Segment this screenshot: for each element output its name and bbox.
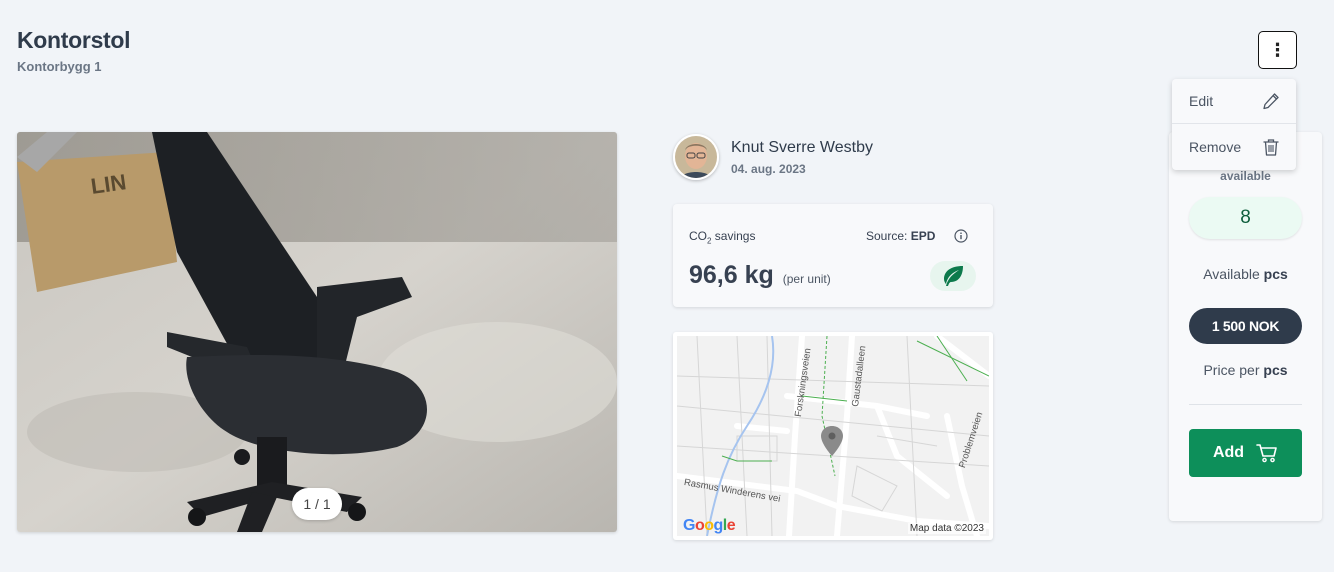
price-label: Price per pcs (1203, 362, 1288, 378)
trash-icon (1263, 138, 1279, 156)
divider (1189, 404, 1302, 405)
kebab-icon: ⋮ (1268, 40, 1287, 60)
edit-label: Edit (1189, 93, 1214, 109)
remove-label: Remove (1189, 139, 1242, 155)
map-credit: Map data ©2023 (907, 523, 986, 534)
seller-info: Knut Sverre Westby 04. aug. 2023 (673, 133, 873, 181)
quantity-field[interactable]: 8 (1189, 197, 1302, 239)
remove-menu-item[interactable]: Remove (1172, 124, 1296, 170)
purchase-panel: available 8 Available pcs 1 500 NOK Pric… (1169, 132, 1322, 521)
location-map[interactable]: Forskningsveien Gaustadalleen Problemvei… (673, 332, 993, 540)
leaf-icon (944, 266, 963, 286)
options-menu: Edit Remove (1172, 79, 1296, 170)
co2-label: CO2 savings (689, 229, 756, 246)
edit-menu-item[interactable]: Edit (1172, 79, 1296, 124)
seller-date: 04. aug. 2023 (731, 161, 806, 176)
seller-name: Knut Sverre Westby (731, 138, 873, 156)
page-title: Kontorstol (17, 27, 131, 53)
map-pin-icon (821, 426, 843, 456)
pencil-icon (1263, 93, 1279, 110)
image-counter: 1 / 1 (292, 488, 342, 520)
google-logo: Google (683, 517, 736, 534)
price-badge: 1 500 NOK (1189, 308, 1302, 344)
svg-text:LIN: LIN (89, 169, 128, 199)
info-icon[interactable] (954, 229, 968, 243)
available-label: Available pcs (1203, 266, 1288, 282)
add-to-cart-button[interactable]: Add (1189, 429, 1302, 477)
cart-icon (1256, 444, 1277, 463)
add-button-label: Add (1212, 444, 1245, 461)
more-options-button[interactable]: ⋮ (1258, 31, 1297, 69)
available-heading: available (1220, 169, 1271, 183)
product-image[interactable]: LIN (17, 132, 617, 532)
page-subtitle: Kontorbygg 1 (17, 59, 102, 74)
co2-source: Source: EPD (866, 229, 936, 243)
leaf-badge (930, 261, 976, 291)
avatar (673, 134, 719, 180)
co2-savings-card: CO2 savings Source: EPD 96,6 kg (per uni… (673, 204, 993, 307)
co2-value: 96,6 kg (per unit) (689, 261, 831, 289)
